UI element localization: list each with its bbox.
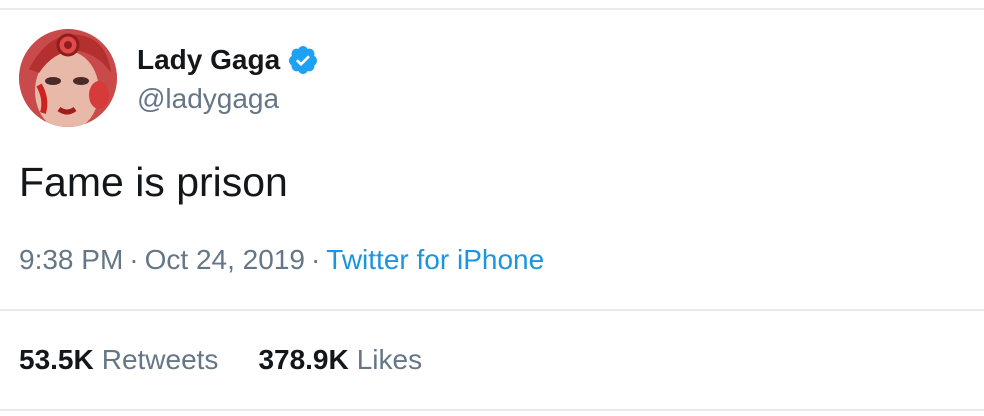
likes-label: Likes: [356, 344, 423, 375]
tweet-card: Lady Gaga @ladygaga Fame is prison 9:38 …: [0, 0, 984, 416]
tweet-text: Fame is prison: [19, 159, 288, 205]
avatar[interactable]: [19, 29, 117, 127]
likes-stat[interactable]: 378.9K Likes: [258, 341, 422, 379]
retweets-count: 53.5K: [19, 344, 94, 375]
likes-count: 378.9K: [258, 344, 349, 375]
meta-separator: ·: [129, 244, 139, 275]
meta-separator: ·: [310, 244, 321, 275]
bottom-divider: [0, 409, 984, 411]
tweet-source-link[interactable]: Twitter for iPhone: [326, 244, 544, 275]
retweets-stat[interactable]: 53.5K Retweets: [19, 341, 218, 379]
user-handle[interactable]: @ladygaga: [137, 80, 279, 118]
name-row[interactable]: Lady Gaga: [137, 40, 319, 80]
retweets-label: Retweets: [101, 344, 219, 375]
top-divider: [0, 8, 984, 10]
avatar-portrait-icon: [19, 29, 117, 127]
stats-divider: [0, 309, 984, 311]
tweet-date[interactable]: Oct 24, 2019: [145, 244, 305, 275]
tweet-meta: 9:38 PM · Oct 24, 2019 · Twitter for iPhone: [19, 241, 544, 279]
tweet-stats: 53.5K Retweets 378.9K Likes: [19, 341, 462, 379]
display-name[interactable]: Lady Gaga: [137, 40, 280, 80]
verified-badge-icon: [287, 44, 319, 76]
tweet-time[interactable]: 9:38 PM: [19, 244, 123, 275]
